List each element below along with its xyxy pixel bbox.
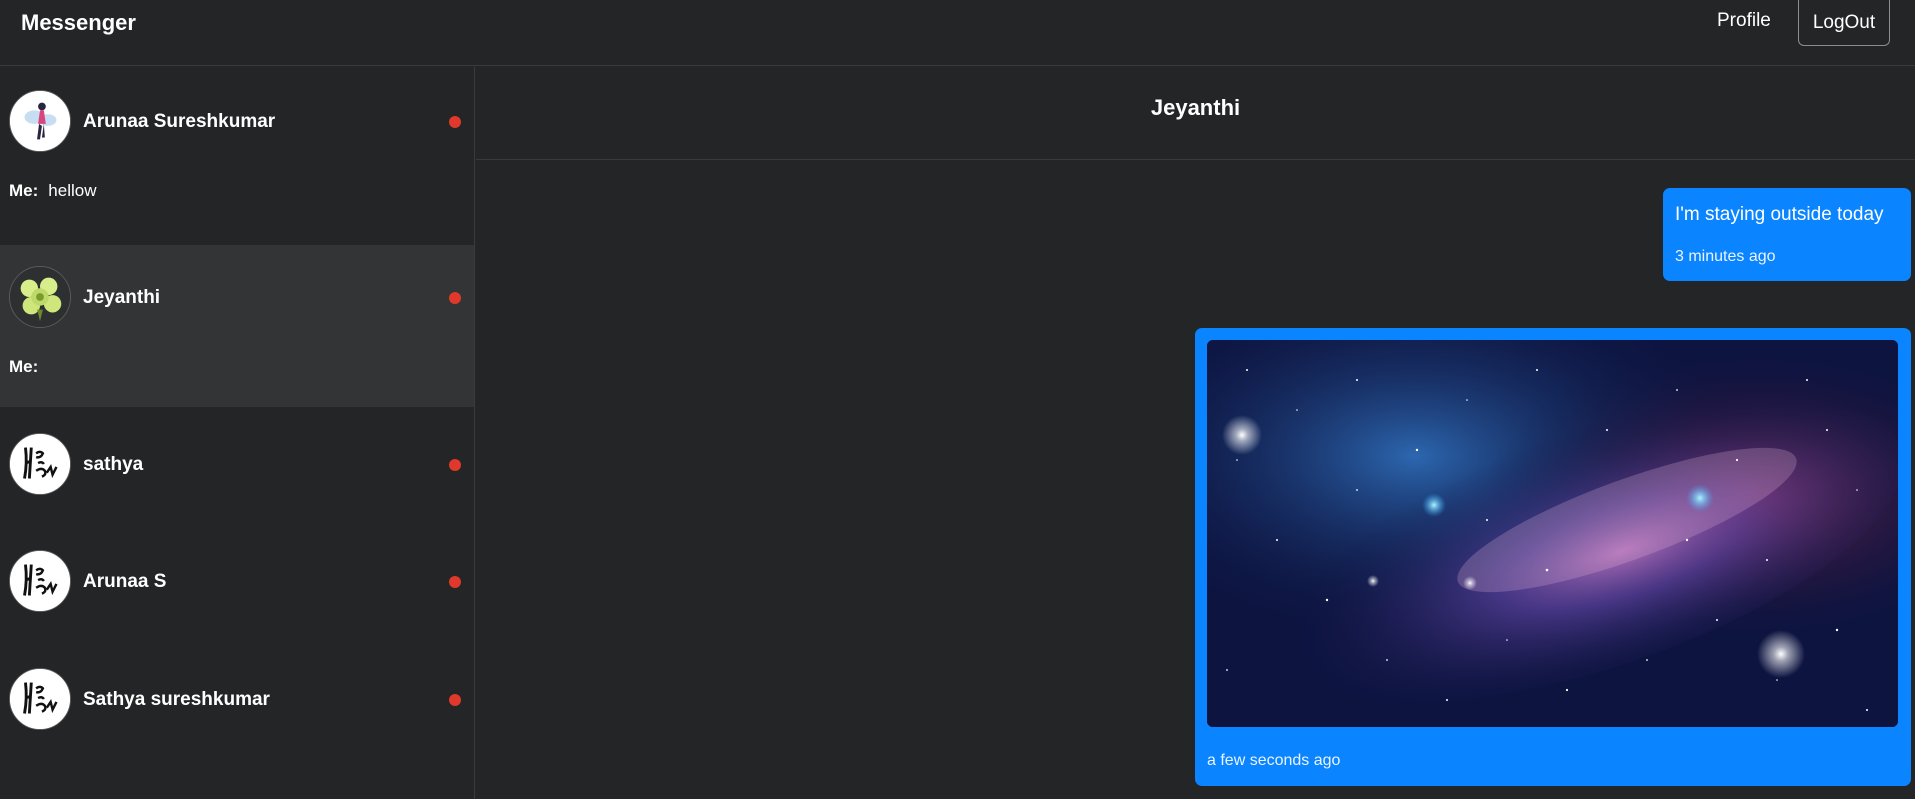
contact-name: sathya [83, 454, 144, 475]
contact-name: Jeyanthi [83, 287, 161, 308]
contact-item-arunaa-s[interactable]: Arunaa S [0, 525, 474, 643]
galaxy-starfield-image[interactable] [1207, 340, 1898, 727]
top-navbar: Messenger Profile LogOut [0, 0, 1915, 66]
contact-item-sathya-sureshkumar[interactable]: Sathya sureshkumar [0, 643, 474, 761]
status-dot [449, 292, 461, 304]
message-timestamp: a few seconds ago [1207, 752, 1341, 769]
contacts-sidebar: Arunaa Sureshkumar Me: hellow Jeyanthi Me… [0, 67, 475, 799]
contact-item-jeyanthi[interactable]: Jeyanthi Me: [0, 245, 474, 407]
image-message-bubble: a few seconds ago [1195, 328, 1911, 786]
logout-button[interactable]: LogOut [1798, 0, 1890, 46]
message-bubble: I'm staying outside today 3 minutes ago [1663, 188, 1911, 281]
status-dot [449, 459, 461, 471]
handwritten-logo-avatar [9, 668, 71, 730]
message-preview: Me: [9, 357, 48, 377]
illustrated-woman-avatar [9, 90, 71, 152]
preview-sender: Me: [9, 181, 39, 200]
message-preview: Me: hellow [9, 181, 96, 201]
status-dot [449, 576, 461, 588]
contact-item-arunaa-sureshkumar[interactable]: Arunaa Sureshkumar Me: hellow [0, 67, 474, 245]
contact-item-sathya[interactable]: sathya [0, 407, 474, 525]
preview-text: hellow [48, 181, 97, 200]
green-flower-avatar [9, 266, 71, 328]
handwritten-logo-avatar [9, 550, 71, 612]
preview-sender: Me: [9, 357, 39, 376]
contact-name: Sathya sureshkumar [83, 689, 270, 710]
chat-panel: Jeyanthi I'm staying outside today 3 min… [476, 67, 1915, 799]
handwritten-logo-avatar [9, 433, 71, 495]
status-dot [449, 694, 461, 706]
message-text: I'm staying outside today [1675, 204, 1884, 225]
chat-title: Jeyanthi [1150, 95, 1241, 120]
profile-link[interactable]: Profile [1717, 10, 1771, 32]
chat-header: Jeyanthi [476, 67, 1915, 160]
app-brand[interactable]: Messenger [21, 10, 136, 36]
contact-name: Arunaa S [83, 571, 167, 592]
contact-name: Arunaa Sureshkumar [83, 111, 276, 132]
status-dot [449, 116, 461, 128]
message-timestamp: 3 minutes ago [1675, 248, 1776, 265]
